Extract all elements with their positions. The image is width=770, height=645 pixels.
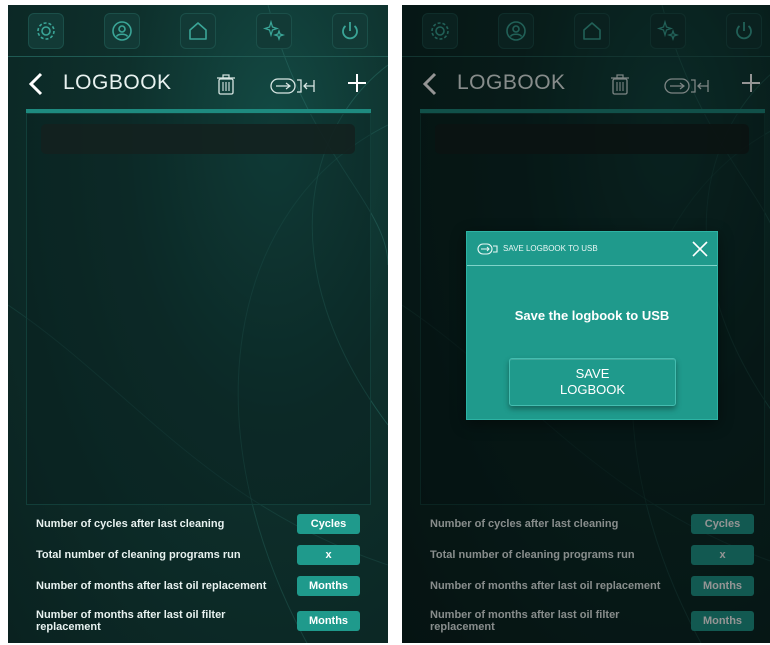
logbook-screen-with-dialog: LOGBOOK Number of cycles after last clea… <box>402 5 770 643</box>
stat-label: Number of months after last oil replacem… <box>36 579 267 592</box>
home-icon <box>189 21 207 40</box>
save-button-line-2: LOGBOOK <box>559 382 626 397</box>
power-button[interactable] <box>332 12 368 49</box>
close-icon[interactable] <box>691 240 709 258</box>
top-nav-bar <box>8 5 388 57</box>
save-button-line-1: SAVE <box>575 366 610 381</box>
stat-label: Number of months after last oil filter r… <box>36 609 226 633</box>
stat-row-oil: Number of months after last oil replacem… <box>8 570 388 601</box>
stat-row-programs: Total number of cleaning programs run x <box>8 539 388 570</box>
back-icon[interactable] <box>26 71 46 97</box>
trash-icon[interactable] <box>216 74 236 96</box>
power-icon <box>342 21 358 39</box>
usb-icon <box>477 243 498 255</box>
cleaning-button[interactable] <box>256 12 292 49</box>
logbook-list[interactable] <box>26 113 371 505</box>
stat-value-badge: Cycles <box>297 513 360 534</box>
settings-button[interactable] <box>28 12 64 49</box>
logbook-screen: LOGBOOK Number of cycles after last clea… <box>8 5 388 643</box>
stat-value-badge: Months <box>297 611 360 631</box>
dialog-message: Save the logbook to USB <box>514 308 670 323</box>
plus-icon[interactable] <box>346 72 368 94</box>
stats-section: Number of cycles after last cleaning Cyc… <box>8 508 388 641</box>
stat-label: Number of cycles after last cleaning <box>36 517 225 530</box>
stat-value-badge: Months <box>297 575 360 596</box>
gear-icon <box>37 21 55 40</box>
dialog-title: SAVE LOGBOOK TO USB <box>503 244 598 253</box>
save-logbook-dialog: SAVE LOGBOOK TO USB Save the logbook to … <box>466 231 718 420</box>
stat-label: Total number of cleaning programs run <box>36 548 241 561</box>
dialog-header: SAVE LOGBOOK TO USB <box>467 232 717 266</box>
stat-value-badge: x <box>297 544 360 565</box>
stat-row-cycles: Number of cycles after last cleaning Cyc… <box>8 508 388 539</box>
user-icon <box>112 20 132 41</box>
home-button[interactable] <box>180 12 216 49</box>
user-button[interactable] <box>104 12 140 49</box>
page-header: LOGBOOK <box>8 57 388 109</box>
save-logbook-button[interactable]: SAVE LOGBOOK <box>509 358 676 406</box>
stat-row-oil-filter: Number of months after last oil filter r… <box>8 601 388 641</box>
sparkle-icon <box>262 19 286 41</box>
page-title: LOGBOOK <box>63 71 172 94</box>
usb-export-icon[interactable] <box>270 77 316 95</box>
logbook-list-header <box>41 124 355 154</box>
